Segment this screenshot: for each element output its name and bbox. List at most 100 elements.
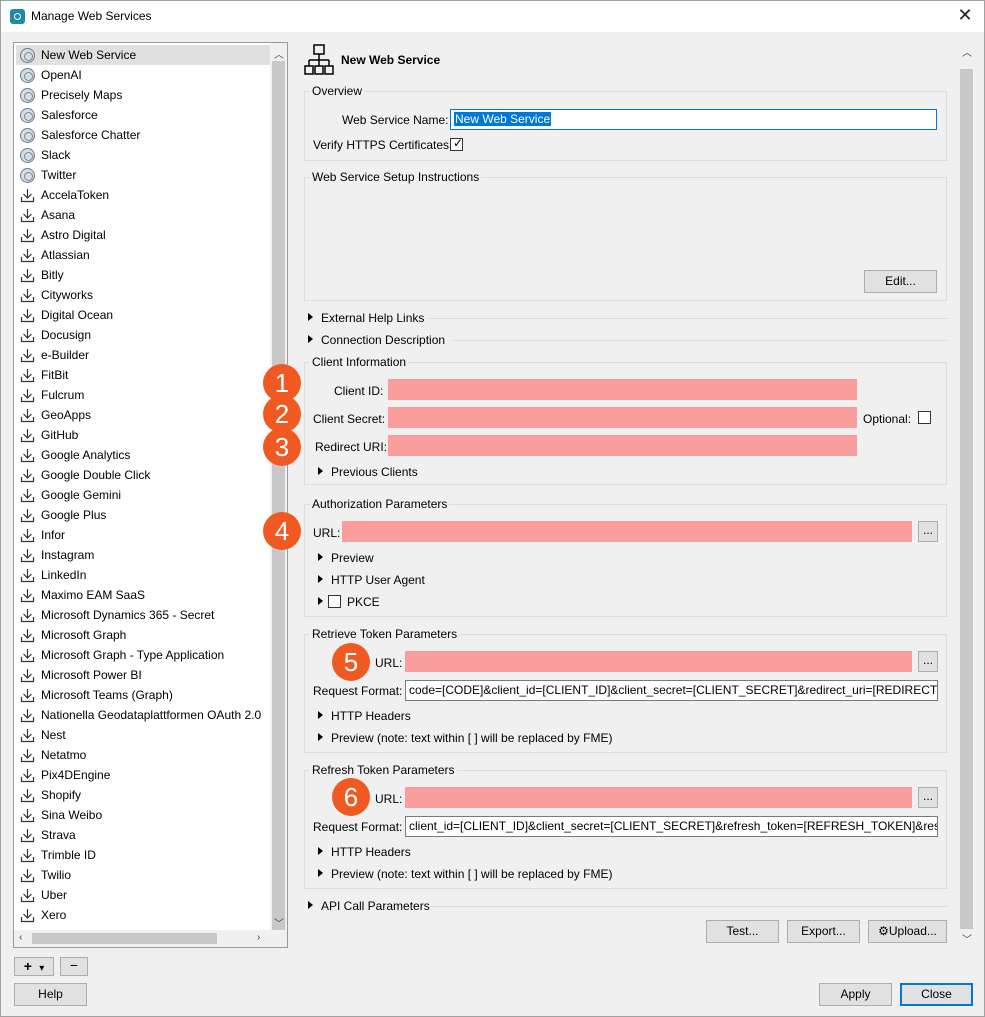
list-item[interactable]: Trimble ID [16, 845, 271, 865]
scroll-right-arrow-icon[interactable]: › [257, 932, 260, 943]
list-horizontal-scrollbar[interactable]: ‹ › [14, 930, 287, 947]
expand-arrow-icon[interactable] [318, 467, 323, 475]
edit-instructions-button[interactable]: Edit... [864, 270, 937, 293]
authorization-url-browse-button[interactable]: ... [918, 521, 938, 542]
list-item[interactable]: e-Builder [16, 345, 271, 365]
upload-button[interactable]: ⚙Upload... [868, 920, 947, 943]
list-item[interactable]: Maximo EAM SaaS [16, 585, 271, 605]
expand-arrow-icon[interactable] [318, 553, 323, 561]
apply-button[interactable]: Apply [819, 983, 892, 1006]
list-item[interactable]: Astro Digital [16, 225, 271, 245]
test-button[interactable]: Test... [706, 920, 779, 943]
expand-arrow-icon[interactable] [308, 901, 313, 909]
list-item[interactable]: Bitly [16, 265, 271, 285]
list-item[interactable]: Shopify [16, 785, 271, 805]
list-item[interactable]: Instagram [16, 545, 271, 565]
list-item[interactable]: Salesforce [16, 105, 271, 125]
scroll-down-arrow-icon[interactable]: ﹀ [274, 915, 284, 930]
external-help-links-toggle[interactable]: External Help Links [321, 311, 424, 325]
list-item[interactable]: FitBit [16, 365, 271, 385]
expand-arrow-icon[interactable] [308, 335, 313, 343]
scroll-down-arrow-icon[interactable]: ﹀ [962, 931, 972, 946]
list-item[interactable]: Slack [16, 145, 271, 165]
refresh-token-url-browse-button[interactable]: ... [918, 787, 938, 808]
list-item[interactable]: Uber [16, 885, 271, 905]
list-item[interactable]: Netatmo [16, 745, 271, 765]
list-item[interactable]: New Web Service [16, 45, 271, 65]
list-item[interactable]: Nest [16, 725, 271, 745]
list-item[interactable]: Digital Ocean [16, 305, 271, 325]
list-item[interactable]: Sina Weibo [16, 805, 271, 825]
web-service-list[interactable]: Xero Uber Twilio Trimble ID Strava Sina Weibo… [13, 42, 288, 948]
http-user-agent-toggle[interactable]: HTTP User Agent [331, 573, 425, 587]
refresh-request-format-input[interactable]: client_id=[CLIENT_ID]&client_secret=[CLI… [405, 816, 938, 837]
add-service-button[interactable]: + ▾ [14, 957, 54, 976]
remove-service-button[interactable]: − [60, 957, 88, 976]
list-item[interactable]: Google Plus [16, 505, 271, 525]
list-item[interactable]: Microsoft Teams (Graph) [16, 685, 271, 705]
retrieve-request-format-input[interactable]: code=[CODE]&client_id=[CLIENT_ID]&client… [405, 680, 938, 701]
expand-arrow-icon[interactable] [318, 847, 323, 855]
list-item[interactable]: Infor [16, 525, 271, 545]
expand-arrow-icon[interactable] [318, 575, 323, 583]
list-item[interactable]: Salesforce Chatter [16, 125, 271, 145]
connection-description-toggle[interactable]: Connection Description [321, 333, 445, 347]
pkce-checkbox[interactable] [328, 595, 341, 608]
refresh-token-url-input[interactable] [405, 787, 912, 808]
help-button[interactable]: Help [14, 983, 87, 1006]
expand-arrow-icon[interactable] [308, 313, 313, 321]
list-item[interactable]: Google Double Click [16, 465, 271, 485]
list-item[interactable]: Google Analytics [16, 445, 271, 465]
list-item[interactable]: Precisely Maps [16, 85, 271, 105]
retrieve-http-headers-toggle[interactable]: HTTP Headers [331, 709, 411, 723]
retrieve-preview-toggle[interactable]: Preview (note: text within [ ] will be r… [331, 731, 612, 745]
list-item[interactable]: Pix4DEngine [16, 765, 271, 785]
list-item[interactable]: Twilio [16, 865, 271, 885]
expand-arrow-icon[interactable] [318, 869, 323, 877]
list-item[interactable]: Docusign [16, 325, 271, 345]
web-service-name-input[interactable]: New Web Service [450, 109, 937, 130]
details-vertical-scrollbar[interactable]: ︿ ﹀ [958, 41, 975, 949]
list-item[interactable]: Twitter [16, 165, 271, 185]
previous-clients-toggle[interactable]: Previous Clients [331, 465, 418, 479]
client-id-input[interactable] [388, 379, 857, 400]
list-item[interactable]: Google Gemini [16, 485, 271, 505]
refresh-http-headers-toggle[interactable]: HTTP Headers [331, 845, 411, 859]
optional-secret-checkbox[interactable] [918, 411, 931, 424]
list-item[interactable]: Microsoft Dynamics 365 - Secret [16, 605, 271, 625]
scroll-up-arrow-icon[interactable]: ︿ [274, 46, 284, 61]
close-button[interactable]: Close [900, 983, 973, 1006]
list-vertical-scroll-thumb[interactable] [272, 61, 285, 931]
list-item[interactable]: OpenAI [16, 65, 271, 85]
list-item[interactable]: Microsoft Power BI [16, 665, 271, 685]
authorization-url-input[interactable] [342, 521, 912, 542]
list-item[interactable]: AccelaToken [16, 185, 271, 205]
list-item[interactable]: Xero [16, 905, 271, 925]
list-item[interactable]: GeoApps [16, 405, 271, 425]
list-vertical-scrollbar[interactable]: ︿ ﹀ [270, 43, 287, 932]
expand-arrow-icon[interactable] [318, 711, 323, 719]
retrieve-token-url-browse-button[interactable]: ... [918, 651, 938, 672]
list-item[interactable]: LinkedIn [16, 565, 271, 585]
list-item[interactable]: Atlassian [16, 245, 271, 265]
authorization-preview-toggle[interactable]: Preview [331, 551, 374, 565]
list-item[interactable]: GitHub [16, 425, 271, 445]
list-item[interactable]: Microsoft Graph - Type Application [16, 645, 271, 665]
expand-arrow-icon[interactable] [318, 597, 323, 605]
list-item[interactable]: Nationella Geodataplattformen OAuth 2.0 [16, 705, 271, 725]
verify-https-checkbox[interactable]: ✓ [450, 136, 463, 151]
expand-arrow-icon[interactable] [318, 733, 323, 741]
list-item[interactable]: Asana [16, 205, 271, 225]
list-item[interactable]: Cityworks [16, 285, 271, 305]
list-item[interactable]: Microsoft Graph [16, 625, 271, 645]
list-item[interactable]: Fulcrum [16, 385, 271, 405]
api-call-parameters-toggle[interactable]: API Call Parameters [321, 899, 430, 913]
scroll-left-arrow-icon[interactable]: ‹ [19, 932, 22, 943]
retrieve-token-url-input[interactable] [405, 651, 912, 672]
list-horizontal-scroll-thumb[interactable] [32, 933, 217, 944]
close-window-button[interactable]: ✕ [954, 5, 976, 27]
details-vertical-scroll-thumb[interactable] [960, 69, 973, 929]
export-button[interactable]: Export... [787, 920, 860, 943]
scroll-up-arrow-icon[interactable]: ︿ [962, 44, 972, 59]
refresh-preview-toggle[interactable]: Preview (note: text within [ ] will be r… [331, 867, 612, 881]
